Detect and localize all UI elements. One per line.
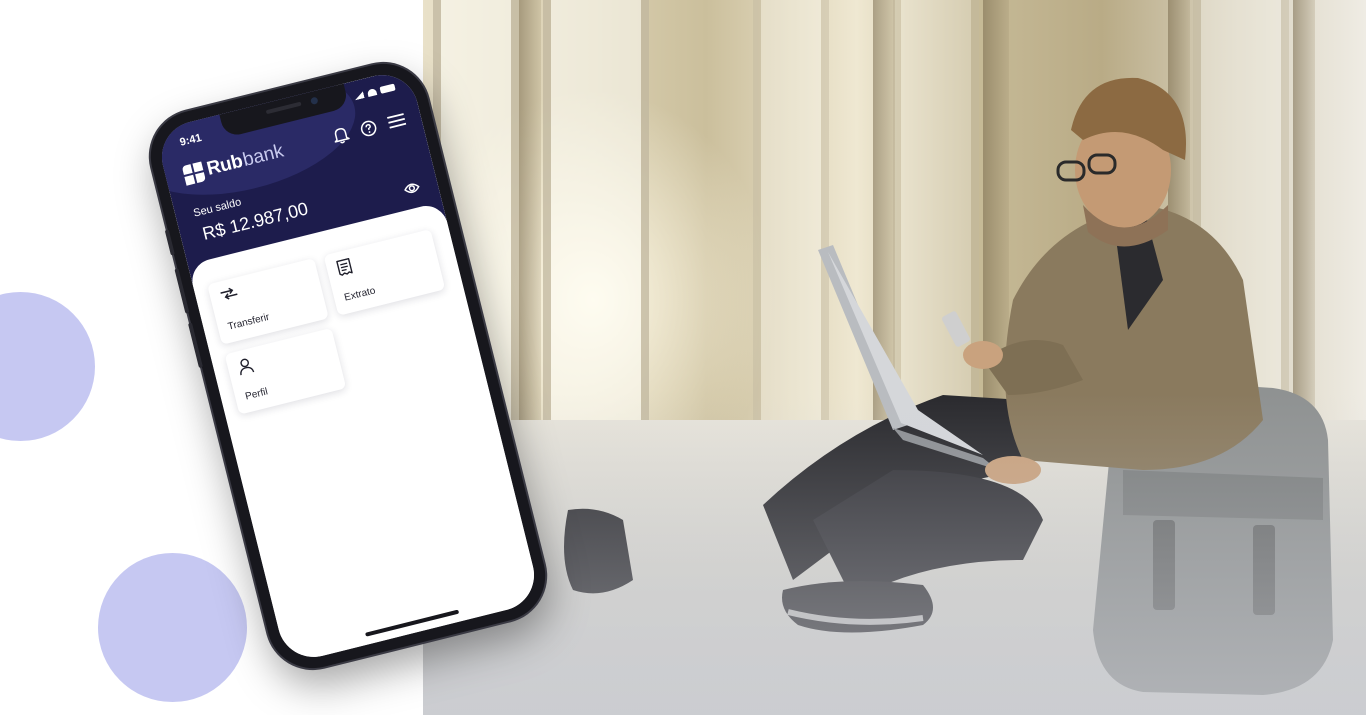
action-label: Transferir	[226, 311, 271, 333]
action-tile-perfil[interactable]: Perfil	[224, 327, 347, 415]
hero-photo	[423, 0, 1366, 715]
action-tile-extrato[interactable]: Extrato	[323, 229, 446, 316]
photo-fade-overlay	[423, 0, 1366, 715]
menu-icon[interactable]	[386, 112, 407, 130]
receipt-icon	[336, 257, 353, 276]
transfer-arrows-icon	[220, 287, 238, 300]
wifi-icon	[366, 88, 378, 98]
logo-mark-icon	[181, 161, 206, 186]
decorative-circle	[0, 292, 95, 441]
action-tile-transferir[interactable]: Transferir	[207, 258, 329, 345]
user-icon	[240, 358, 255, 376]
signal-icon	[353, 91, 364, 100]
action-label: Extrato	[343, 285, 377, 304]
decorative-circle	[98, 553, 247, 702]
action-grid: Transferir Extrato Perfil	[207, 229, 463, 415]
status-icons	[353, 83, 396, 100]
help-icon[interactable]	[358, 118, 379, 139]
eye-icon[interactable]	[403, 181, 421, 197]
bell-icon[interactable]	[331, 124, 351, 145]
battery-icon	[379, 83, 396, 94]
action-label: Perfil	[244, 386, 269, 403]
